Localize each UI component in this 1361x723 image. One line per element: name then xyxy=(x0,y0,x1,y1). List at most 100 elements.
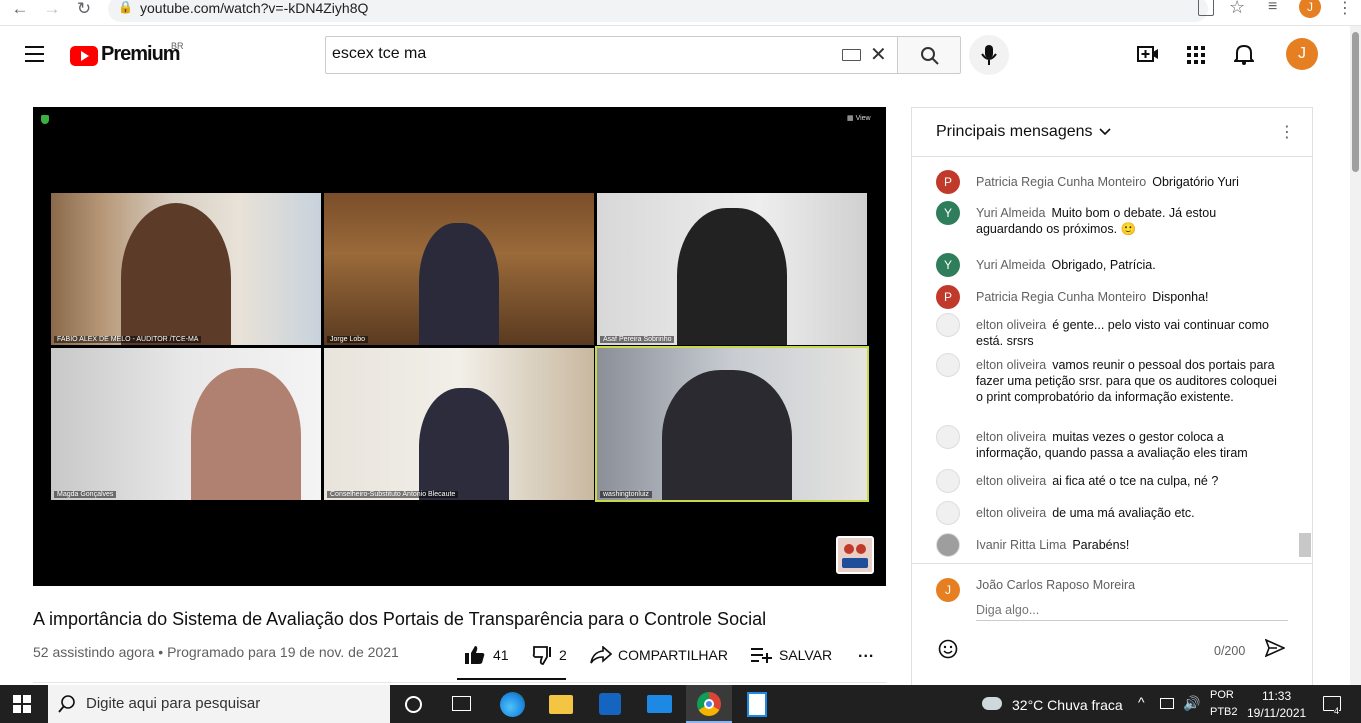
playlist-add-icon xyxy=(751,648,772,663)
compose-avatar: J xyxy=(936,578,960,602)
chat-message-body: elton oliveira vamos reunir o pessoal dos… xyxy=(976,357,1286,405)
like-count: 41 xyxy=(493,647,509,663)
participant-tile[interactable]: Magda Gonçalves xyxy=(51,348,321,500)
share-icon xyxy=(590,646,612,664)
chat-message-body: Yuri Almeida Muito bom o debate. Já estou… xyxy=(976,205,1286,237)
participant-tile-active-speaker[interactable]: washingtonluiz xyxy=(595,346,869,502)
page-scrollbar-thumb[interactable] xyxy=(1352,32,1359,172)
share-label: COMPARTILHAR xyxy=(618,647,728,663)
dislike-count: 2 xyxy=(559,647,567,663)
participant-tile[interactable]: FABIO ALEX DE MELO - AUDITOR /TCE-MA xyxy=(51,193,321,345)
reload-icon[interactable]: ↻ xyxy=(74,0,94,20)
video-meta: 52 assistindo agora • Programado para 19… xyxy=(33,644,399,660)
chat-more-icon[interactable]: ⋮ xyxy=(1279,122,1295,142)
task-view-icon[interactable] xyxy=(452,696,471,711)
chat-author-name: Patricia Regia Cunha Monteiro xyxy=(976,290,1147,304)
chat-author-avatar xyxy=(936,469,960,493)
chat-message-body: Patricia Regia Cunha Monteiro Obrigatório… xyxy=(976,174,1286,190)
logo-text[interactable]: Premium xyxy=(101,43,181,66)
mail-icon[interactable] xyxy=(647,695,672,713)
keyboard-icon[interactable] xyxy=(842,49,861,61)
view-toggle[interactable]: ▦ View xyxy=(847,114,871,122)
volume-icon[interactable]: 🔊 xyxy=(1183,695,1200,712)
view-label: View xyxy=(855,115,871,122)
participant-name: Magda Gonçalves xyxy=(54,491,117,498)
save-button[interactable]: SALVAR xyxy=(750,644,840,666)
weather-cloud-icon[interactable] xyxy=(982,697,1002,710)
network-icon[interactable] xyxy=(1160,698,1174,709)
chat-message-text: Obrigado, Patrícia. xyxy=(1051,258,1156,272)
chat-author-name: Yuri Almeida xyxy=(976,206,1046,220)
chat-message-body: Ivanir Ritta Lima Parabéns! xyxy=(976,537,1286,553)
user-avatar[interactable]: J xyxy=(1286,38,1318,70)
cortana-icon[interactable] xyxy=(405,696,422,713)
bookmark-star-icon[interactable]: ☆ xyxy=(1229,0,1245,18)
send-icon[interactable] xyxy=(1265,639,1285,657)
more-actions-icon[interactable]: ... xyxy=(858,644,878,666)
chat-author-avatar xyxy=(936,313,960,337)
voice-search-button[interactable] xyxy=(969,35,1009,75)
chat-message-text: Obrigatório Yuri xyxy=(1152,175,1239,189)
notifications-bell-icon[interactable] xyxy=(1234,43,1254,65)
file-explorer-icon[interactable] xyxy=(549,695,573,714)
clock-date[interactable]: 19/11/2021 xyxy=(1247,706,1306,720)
youtube-logo-icon[interactable] xyxy=(70,46,98,66)
clock-time[interactable]: 11:33 xyxy=(1262,689,1291,703)
chat-author-name: Yuri Almeida xyxy=(976,258,1046,272)
share-button[interactable]: COMPARTILHAR xyxy=(590,644,735,666)
search-input[interactable] xyxy=(332,45,832,63)
chat-compose: J João Carlos Raposo Moreira 0/200 xyxy=(912,563,1312,696)
apps-grid-icon[interactable] xyxy=(1187,46,1205,64)
taskbar-search-box[interactable]: Digite aqui para pesquisar xyxy=(48,685,390,723)
participant-name: Asaf Pereira Sobrinho xyxy=(600,336,675,343)
video-player[interactable]: ▦ View FABIO ALEX DE MELO - AUDITOR /TCE… xyxy=(33,107,886,586)
forward-icon[interactable]: → xyxy=(42,0,62,20)
chat-message-text: Parabéns! xyxy=(1072,538,1130,552)
language-code[interactable]: POR xyxy=(1210,689,1234,701)
tray-overflow-icon[interactable]: ^ xyxy=(1138,694,1145,710)
chat-author-avatar xyxy=(936,353,960,377)
dislike-button[interactable]: 2 xyxy=(532,644,572,666)
chat-author-avatar xyxy=(936,501,960,525)
weather-text[interactable]: 32°C Chuva fraca xyxy=(1012,697,1123,713)
chat-message-body: elton oliveira é gente... pelo visto vai … xyxy=(976,317,1286,349)
emoji-icon[interactable] xyxy=(938,639,958,659)
chrome-taskbar-active[interactable] xyxy=(686,685,732,723)
chat-message-body: elton oliveira muitas vezes o gestor colo… xyxy=(976,429,1286,461)
participant-tile[interactable]: Jorge Lobo xyxy=(324,193,594,345)
participant-tile[interactable]: Conselheiro-Substituto Antonio Blecaute xyxy=(324,348,594,500)
edge-browser-icon[interactable] xyxy=(500,692,525,717)
back-icon[interactable]: ← xyxy=(10,0,30,20)
clear-search-icon[interactable]: ✕ xyxy=(870,42,887,67)
chat-author-name: Ivanir Ritta Lima xyxy=(976,538,1067,552)
participant-name: Conselheiro-Substituto Antonio Blecaute xyxy=(327,491,459,498)
chat-message-body: Patricia Regia Cunha Monteiro Disponha! xyxy=(976,289,1286,305)
chat-header: Principais mensagens ⋮ xyxy=(912,108,1312,157)
participant-tile[interactable]: Asaf Pereira Sobrinho xyxy=(597,193,867,345)
create-video-icon[interactable] xyxy=(1137,44,1159,64)
menu-icon[interactable] xyxy=(25,46,44,62)
install-app-icon[interactable] xyxy=(1198,0,1214,16)
microsoft-store-icon[interactable] xyxy=(599,693,621,715)
chat-scrollbar[interactable] xyxy=(1299,533,1311,557)
document-app-icon[interactable] xyxy=(747,692,767,717)
chat-message-input[interactable] xyxy=(976,599,1288,621)
search-button[interactable] xyxy=(897,36,961,74)
chat-author-name: elton oliveira xyxy=(976,506,1047,520)
reading-list-icon[interactable]: ≡ xyxy=(1268,0,1277,16)
chevron-down-icon[interactable] xyxy=(1099,128,1111,136)
divider xyxy=(33,682,886,683)
browser-menu-icon[interactable]: ⋮ xyxy=(1337,0,1353,18)
keyboard-layout[interactable]: PTB2 xyxy=(1210,706,1238,718)
chat-author-name: elton oliveira xyxy=(976,358,1047,372)
like-ratio-bar xyxy=(457,678,566,680)
windows-start-icon[interactable] xyxy=(13,695,31,713)
search-box xyxy=(325,36,898,74)
chat-author-avatar: P xyxy=(936,170,960,194)
lock-icon[interactable]: 🔒 xyxy=(118,0,133,14)
thumbs-up-icon xyxy=(465,646,485,664)
participant-name: FABIO ALEX DE MELO - AUDITOR /TCE-MA xyxy=(54,336,202,343)
notification-count: 4 xyxy=(1334,706,1340,716)
logo-region: BR xyxy=(171,41,184,51)
chat-mode-selector[interactable]: Principais mensagens xyxy=(936,123,1093,141)
